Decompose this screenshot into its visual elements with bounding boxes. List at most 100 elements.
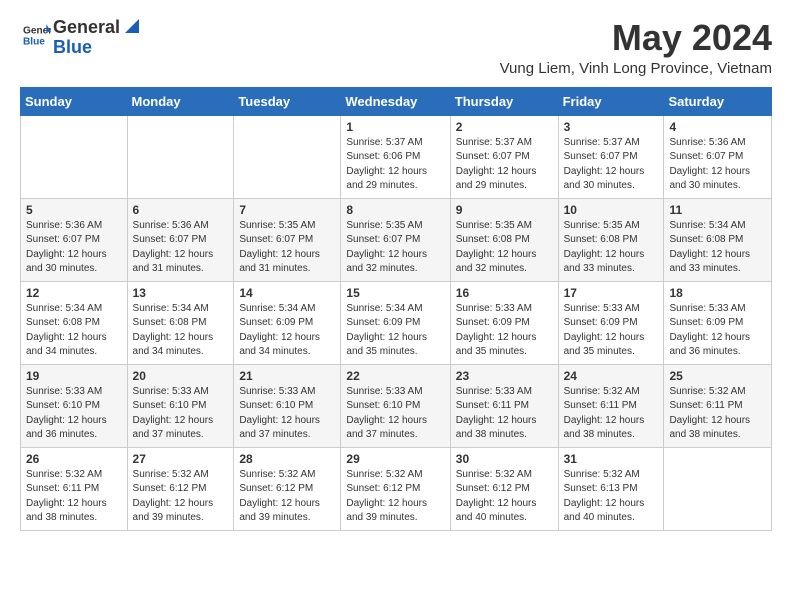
day-number: 25 xyxy=(669,369,766,383)
day-info: Sunrise: 5:36 AMSunset: 6:07 PMDaylight:… xyxy=(26,219,122,277)
table-row xyxy=(664,447,772,530)
logo-blue: Blue xyxy=(53,37,92,57)
table-row xyxy=(127,115,234,198)
table-row: 21 Sunrise: 5:33 AMSunset: 6:10 PMDayligh… xyxy=(234,364,341,447)
day-info: Sunrise: 5:37 AMSunset: 6:07 PMDaylight:… xyxy=(456,136,553,194)
calendar-week-row: 26Sunrise: 5:32 AMSunset: 6:11 PMDayligh… xyxy=(21,447,772,530)
logo-block: General Blue xyxy=(20,21,51,54)
header-tuesday: Tuesday xyxy=(234,87,341,115)
table-row: 13Sunrise: 5:34 AMSunset: 6:08 PMDayligh… xyxy=(127,281,234,364)
table-row: 9 Sunrise: 5:35 AMSunset: 6:08 PMDaylight… xyxy=(450,198,558,281)
day-info: Sunrise: 5:32 AMSunset: 6:12 PMDaylight:… xyxy=(133,468,229,526)
table-row: 7 Sunrise: 5:35 AMSunset: 6:07 PMDaylight… xyxy=(234,198,341,281)
day-number: 30 xyxy=(456,452,553,466)
table-row: 30 Sunrise: 5:32 AMSunset: 6:12 PMDayligh… xyxy=(450,447,558,530)
table-row: 14 Sunrise: 5:34 AMSunset: 6:09 PMDayligh… xyxy=(234,281,341,364)
day-info: Sunrise: 5:35 AMSunset: 6:08 PMDaylight:… xyxy=(456,219,553,277)
day-number: 28 xyxy=(239,452,335,466)
table-row: 20Sunrise: 5:33 AMSunset: 6:10 PMDayligh… xyxy=(127,364,234,447)
table-row: 23 Sunrise: 5:33 AMSunset: 6:11 PMDayligh… xyxy=(450,364,558,447)
title-block: May 2024 Vung Liem, Vinh Long Province, … xyxy=(500,18,772,77)
table-row: 4 Sunrise: 5:36 AMSunset: 6:07 PMDaylight… xyxy=(664,115,772,198)
day-info: Sunrise: 5:32 AMSunset: 6:11 PMDaylight:… xyxy=(564,385,659,443)
table-row: 28 Sunrise: 5:32 AMSunset: 6:12 PMDayligh… xyxy=(234,447,341,530)
table-row: 24 Sunrise: 5:32 AMSunset: 6:11 PMDayligh… xyxy=(558,364,664,447)
day-number: 17 xyxy=(564,286,659,300)
day-number: 23 xyxy=(456,369,553,383)
month-year-title: May 2024 xyxy=(500,18,772,58)
day-number: 21 xyxy=(239,369,335,383)
calendar-table: Sunday Monday Tuesday Wednesday Thursday… xyxy=(20,87,772,531)
table-row: 10 Sunrise: 5:35 AMSunset: 6:08 PMDayligh… xyxy=(558,198,664,281)
table-row: 31 Sunrise: 5:32 AMSunset: 6:13 PMDayligh… xyxy=(558,447,664,530)
table-row: 16 Sunrise: 5:33 AMSunset: 6:09 PMDayligh… xyxy=(450,281,558,364)
day-info: Sunrise: 5:33 AMSunset: 6:10 PMDaylight:… xyxy=(26,385,122,443)
table-row: 26Sunrise: 5:32 AMSunset: 6:11 PMDayligh… xyxy=(21,447,128,530)
location-subtitle: Vung Liem, Vinh Long Province, Vietnam xyxy=(500,60,772,77)
day-info: Sunrise: 5:33 AMSunset: 6:09 PMDaylight:… xyxy=(456,302,553,360)
table-row: 18 Sunrise: 5:33 AMSunset: 6:09 PMDayligh… xyxy=(664,281,772,364)
day-info: Sunrise: 5:37 AMSunset: 6:07 PMDaylight:… xyxy=(564,136,659,194)
table-row: 22Sunrise: 5:33 AMSunset: 6:10 PMDayligh… xyxy=(341,364,450,447)
day-number: 9 xyxy=(456,203,553,217)
table-row: 19Sunrise: 5:33 AMSunset: 6:10 PMDayligh… xyxy=(21,364,128,447)
day-number: 22 xyxy=(346,369,444,383)
header-friday: Friday xyxy=(558,87,664,115)
day-info: Sunrise: 5:32 AMSunset: 6:12 PMDaylight:… xyxy=(456,468,553,526)
table-row: 3 Sunrise: 5:37 AMSunset: 6:07 PMDaylight… xyxy=(558,115,664,198)
day-info: Sunrise: 5:34 AMSunset: 6:09 PMDaylight:… xyxy=(239,302,335,360)
table-row: 27 Sunrise: 5:32 AMSunset: 6:12 PMDayligh… xyxy=(127,447,234,530)
calendar-week-row: 12Sunrise: 5:34 AMSunset: 6:08 PMDayligh… xyxy=(21,281,772,364)
day-number: 10 xyxy=(564,203,659,217)
table-row xyxy=(21,115,128,198)
header-sunday: Sunday xyxy=(21,87,128,115)
header: General Blue General Blue May 2024 V xyxy=(20,18,772,77)
page: General Blue General Blue May 2024 V xyxy=(0,0,792,549)
day-number: 24 xyxy=(564,369,659,383)
table-row xyxy=(234,115,341,198)
day-number: 7 xyxy=(239,203,335,217)
table-row: 8Sunrise: 5:35 AMSunset: 6:07 PMDaylight… xyxy=(341,198,450,281)
day-number: 16 xyxy=(456,286,553,300)
day-number: 12 xyxy=(26,286,122,300)
day-number: 18 xyxy=(669,286,766,300)
day-number: 13 xyxy=(133,286,229,300)
logo-general: General xyxy=(53,18,120,38)
day-info: Sunrise: 5:36 AMSunset: 6:07 PMDaylight:… xyxy=(669,136,766,194)
day-info: Sunrise: 5:37 AMSunset: 6:06 PMDaylight:… xyxy=(346,136,444,194)
day-info: Sunrise: 5:33 AMSunset: 6:10 PMDaylight:… xyxy=(239,385,335,443)
calendar-week-row: 5 Sunrise: 5:36 AMSunset: 6:07 PMDaylight… xyxy=(21,198,772,281)
table-row: 12Sunrise: 5:34 AMSunset: 6:08 PMDayligh… xyxy=(21,281,128,364)
table-row: 5 Sunrise: 5:36 AMSunset: 6:07 PMDaylight… xyxy=(21,198,128,281)
day-info: Sunrise: 5:35 AMSunset: 6:07 PMDaylight:… xyxy=(239,219,335,277)
day-number: 5 xyxy=(26,203,122,217)
day-info: Sunrise: 5:32 AMSunset: 6:11 PMDaylight:… xyxy=(669,385,766,443)
day-number: 1 xyxy=(346,120,444,134)
svg-text:Blue: Blue xyxy=(23,37,45,48)
logo: General Blue General Blue xyxy=(20,18,143,58)
day-number: 11 xyxy=(669,203,766,217)
day-number: 6 xyxy=(133,203,229,217)
table-row: 17Sunrise: 5:33 AMSunset: 6:09 PMDayligh… xyxy=(558,281,664,364)
header-wednesday: Wednesday xyxy=(341,87,450,115)
table-row: 25 Sunrise: 5:32 AMSunset: 6:11 PMDayligh… xyxy=(664,364,772,447)
day-info: Sunrise: 5:34 AMSunset: 6:08 PMDaylight:… xyxy=(669,219,766,277)
day-number: 20 xyxy=(133,369,229,383)
day-number: 31 xyxy=(564,452,659,466)
day-info: Sunrise: 5:32 AMSunset: 6:12 PMDaylight:… xyxy=(239,468,335,526)
day-number: 3 xyxy=(564,120,659,134)
table-row: 1 Sunrise: 5:37 AMSunset: 6:06 PMDaylight… xyxy=(341,115,450,198)
day-info: Sunrise: 5:35 AMSunset: 6:08 PMDaylight:… xyxy=(564,219,659,277)
day-number: 27 xyxy=(133,452,229,466)
table-row: 2Sunrise: 5:37 AMSunset: 6:07 PMDaylight… xyxy=(450,115,558,198)
day-number: 26 xyxy=(26,452,122,466)
table-row: 6Sunrise: 5:36 AMSunset: 6:07 PMDaylight… xyxy=(127,198,234,281)
day-info: Sunrise: 5:32 AMSunset: 6:13 PMDaylight:… xyxy=(564,468,659,526)
day-number: 14 xyxy=(239,286,335,300)
day-info: Sunrise: 5:33 AMSunset: 6:11 PMDaylight:… xyxy=(456,385,553,443)
day-number: 15 xyxy=(346,286,444,300)
weekday-header-row: Sunday Monday Tuesday Wednesday Thursday… xyxy=(21,87,772,115)
day-info: Sunrise: 5:33 AMSunset: 6:09 PMDaylight:… xyxy=(669,302,766,360)
day-number: 4 xyxy=(669,120,766,134)
day-info: Sunrise: 5:32 AMSunset: 6:12 PMDaylight:… xyxy=(346,468,444,526)
